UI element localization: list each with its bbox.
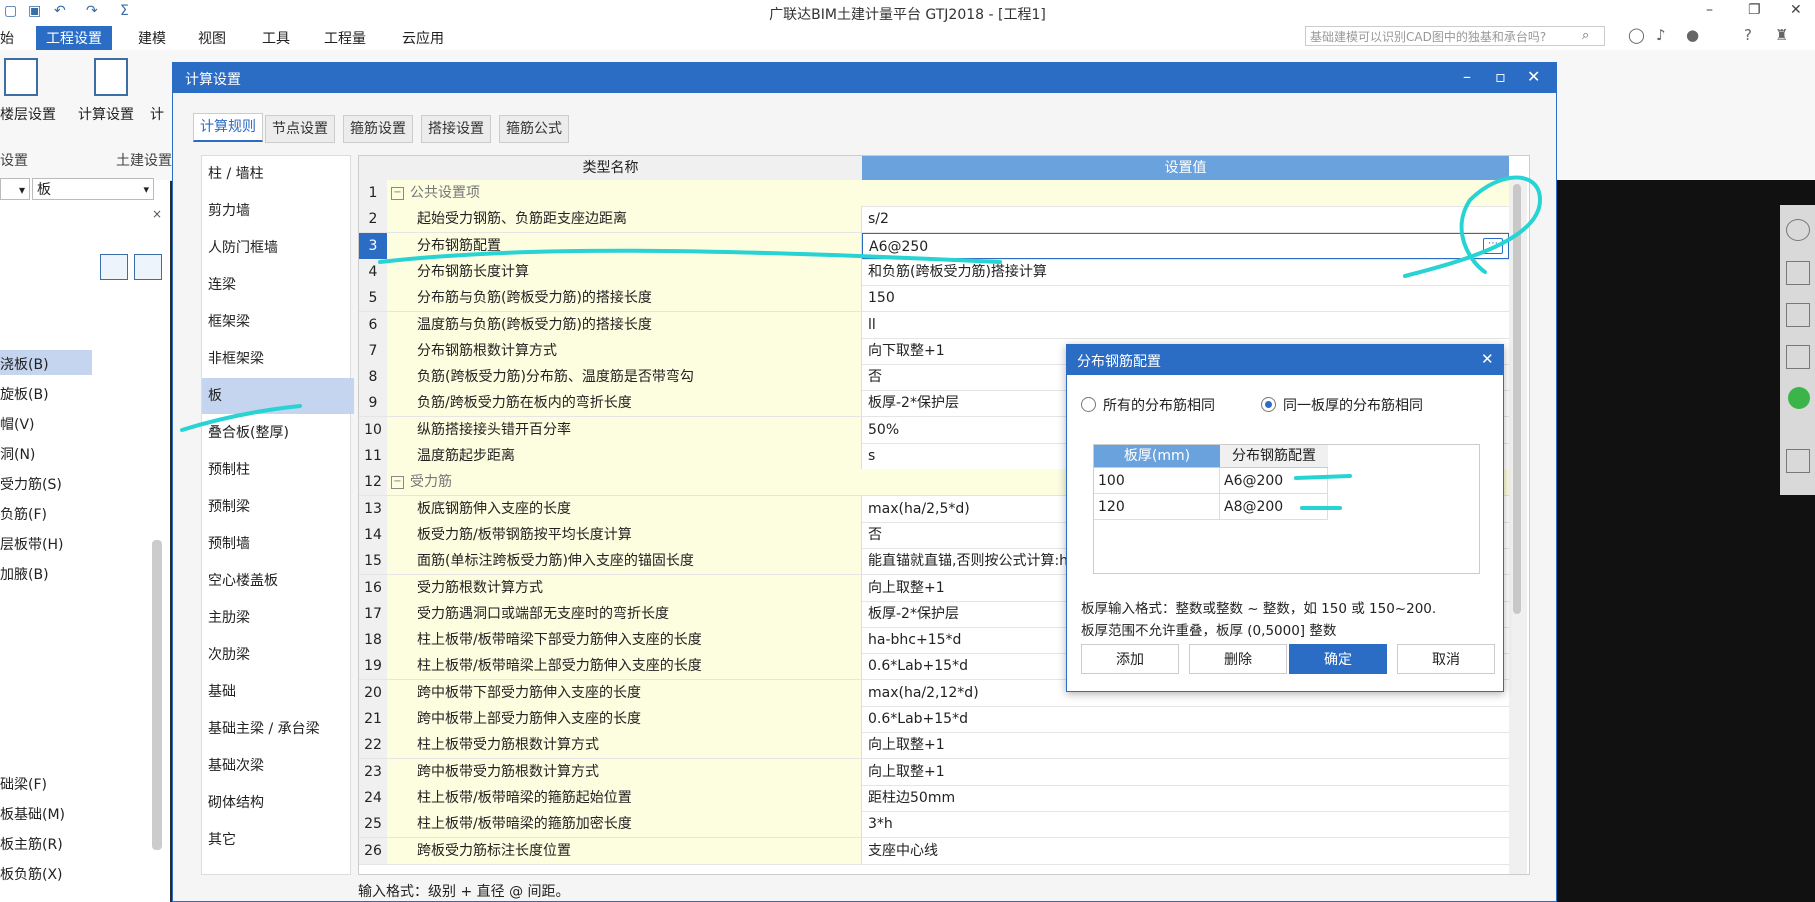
- annotation-overlay: [180, 175, 1543, 510]
- annotation-underline-100: [1294, 474, 1352, 480]
- annotation-mark-category: [180, 404, 302, 432]
- annotation-underline-row3: [378, 248, 1002, 264]
- annotation-circle-ellipsis: [1403, 175, 1543, 278]
